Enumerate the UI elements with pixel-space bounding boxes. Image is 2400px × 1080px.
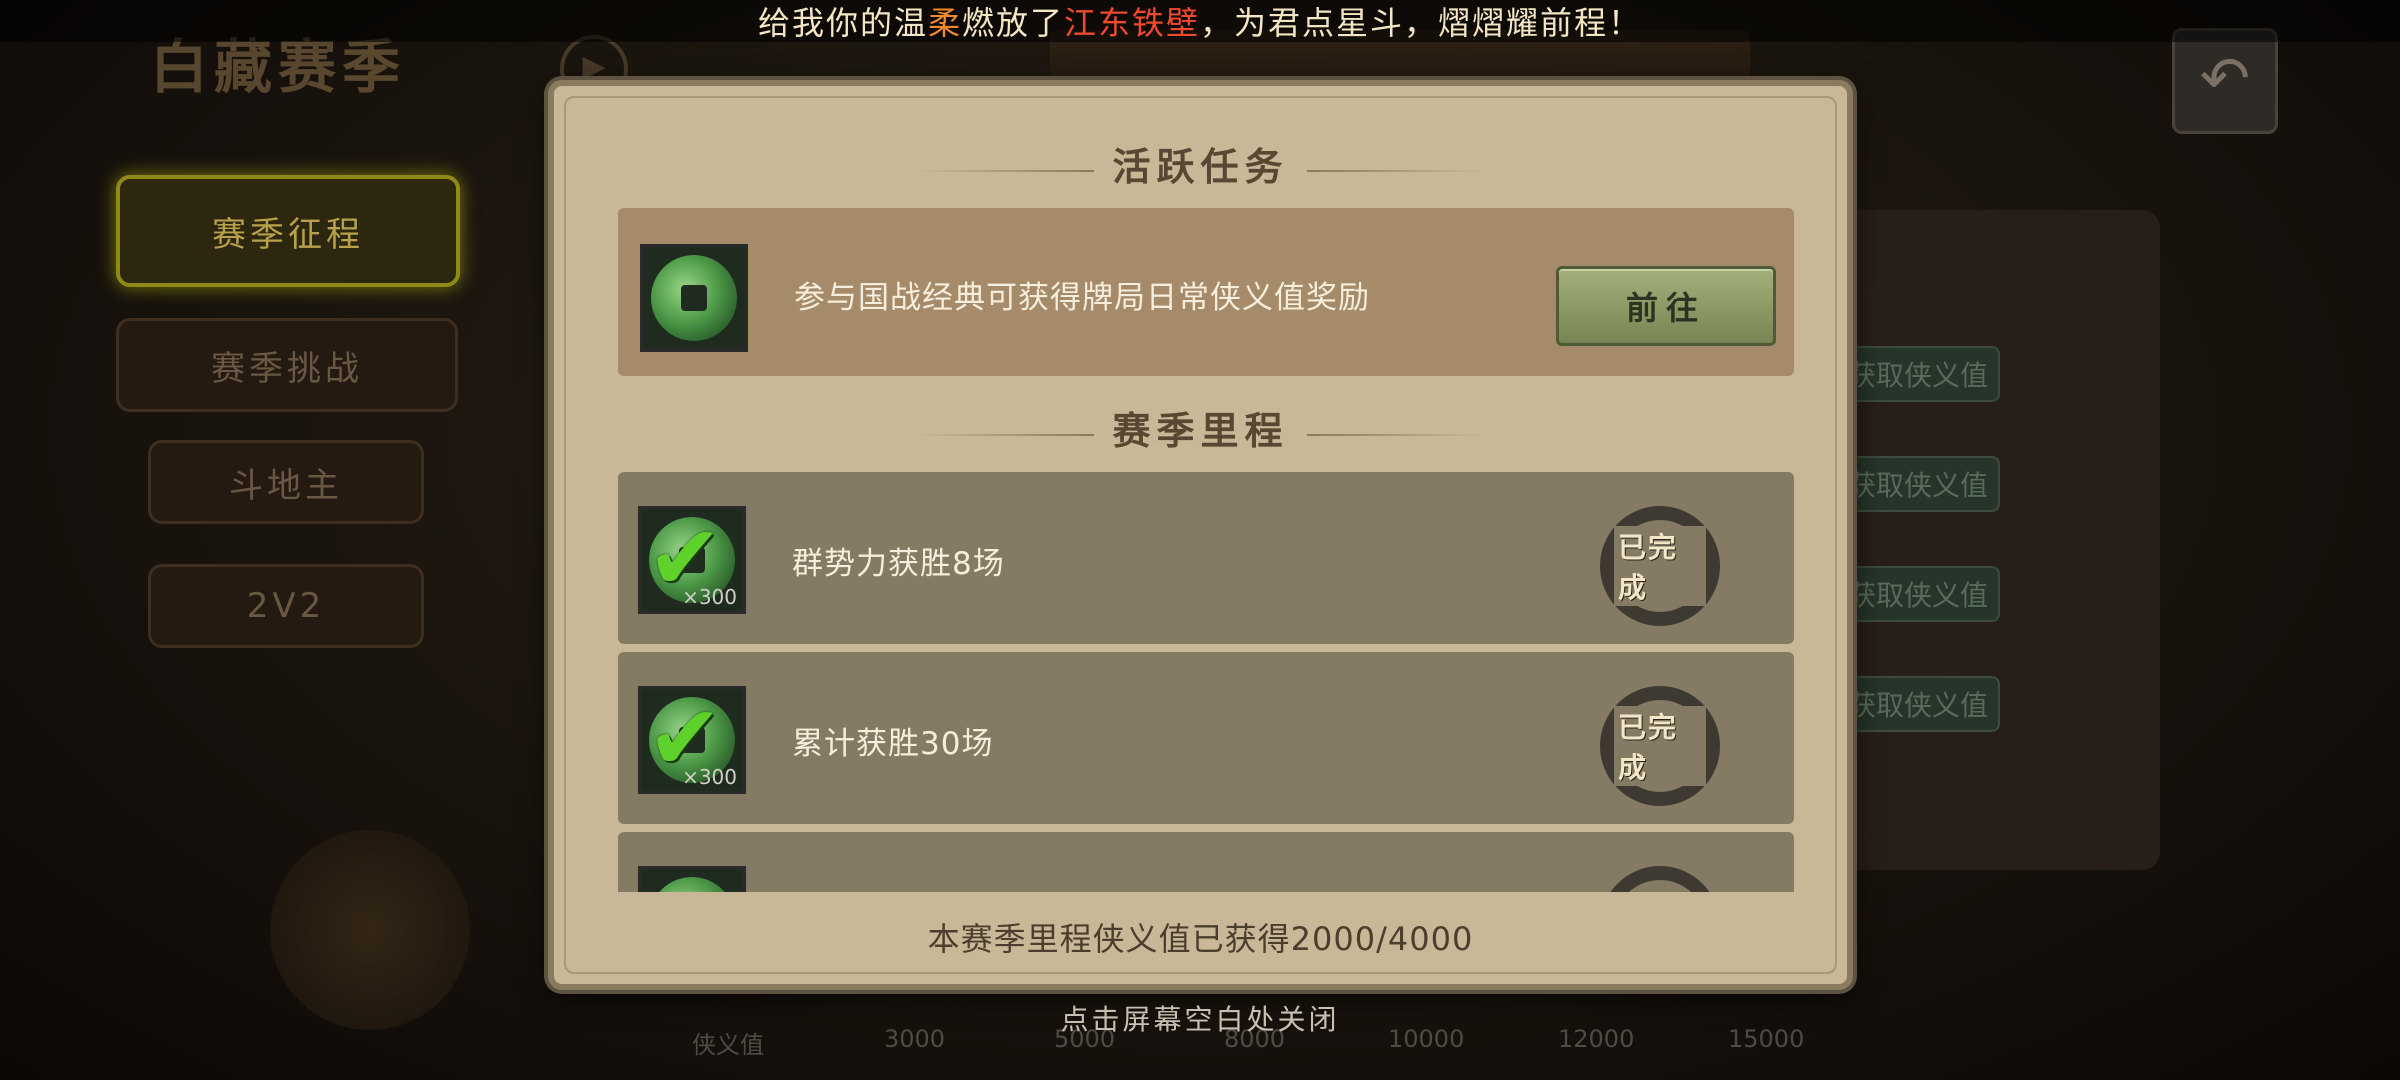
jade-coin-shape bbox=[651, 255, 737, 341]
active-tasks-title: 活跃任务 bbox=[1112, 144, 1289, 189]
side-menu-season-challenge[interactable]: 赛季挑战 bbox=[116, 318, 458, 412]
completed-label: 已完成 bbox=[1614, 706, 1706, 786]
side-menu-2v2[interactable]: 2V2 bbox=[148, 564, 424, 648]
reward-quantity: ×300 bbox=[682, 765, 737, 789]
milestone-row: ✔ ×300 累计获胜30场 已完成 bbox=[618, 652, 1794, 824]
marquee-player-name: 柔 bbox=[927, 4, 962, 42]
season-progress-text: 本赛季里程侠义值已获得2000/4000 bbox=[927, 920, 1474, 958]
milestone-text: 群势力获胜8场 bbox=[792, 546, 1005, 582]
ornament-right bbox=[1306, 169, 1487, 172]
ornament-left bbox=[914, 169, 1095, 172]
go-button[interactable]: 前往 bbox=[1556, 266, 1776, 346]
marquee-suffix: ，为君点星斗，熠熠耀前程！ bbox=[1200, 4, 1643, 42]
jade-coin-icon bbox=[640, 244, 748, 352]
active-task-text: 参与国战经典可获得牌局日常侠义值奖励 bbox=[794, 280, 1370, 316]
back-button[interactable]: ↶ bbox=[2172, 28, 2278, 134]
marquee-title: 江东铁壁 bbox=[1064, 4, 1201, 42]
active-tasks-header: 活跃任务 bbox=[554, 136, 1847, 191]
season-points-dialog: 活跃任务 参与国战经典可获得牌局日常侠义值奖励 前往 赛季里程 ✔ ×300 群… bbox=[548, 80, 1853, 990]
get-points-button[interactable]: 获取侠义值 bbox=[1830, 456, 2000, 512]
marquee-prefix: 给我你的温 bbox=[757, 4, 928, 42]
completed-stamp bbox=[1600, 866, 1720, 892]
jade-coin-icon: ✔ ×300 bbox=[638, 686, 746, 794]
marquee-middle: 燃放了 bbox=[961, 4, 1064, 42]
close-hint[interactable]: 点击屏幕空白处关闭 bbox=[0, 998, 2400, 1038]
checkmark-icon: ✔ bbox=[647, 686, 723, 791]
checkmark-icon: ✔ bbox=[647, 506, 723, 611]
milestones-title: 赛季里程 bbox=[1112, 408, 1289, 453]
broadcast-marquee: 给我你的温柔燃放了 江东铁壁 ，为君点星斗，熠熠耀前程！ bbox=[0, 0, 2400, 42]
get-points-button[interactable]: 获取侠义值 bbox=[1830, 566, 2000, 622]
side-menu-season-journey[interactable]: 赛季征程 bbox=[116, 175, 460, 287]
ornament-right bbox=[1306, 433, 1487, 436]
active-task-card: 参与国战经典可获得牌局日常侠义值奖励 前往 bbox=[618, 208, 1794, 376]
get-points-button[interactable]: 获取侠义值 bbox=[1830, 346, 2000, 402]
reward-quantity: ×300 bbox=[682, 585, 737, 609]
side-menu-landlord[interactable]: 斗地主 bbox=[148, 440, 424, 524]
jade-coin-shape bbox=[649, 877, 735, 892]
ornament-left bbox=[914, 433, 1095, 436]
get-points-button[interactable]: 获取侠义值 bbox=[1830, 676, 2000, 732]
completed-stamp: 已完成 bbox=[1600, 506, 1720, 626]
jade-coin-icon bbox=[638, 866, 746, 892]
milestone-row: ✔ ×300 群势力获胜8场 已完成 bbox=[618, 472, 1794, 644]
completed-label: 已完成 bbox=[1614, 526, 1706, 606]
completed-stamp: 已完成 bbox=[1600, 686, 1720, 806]
milestone-list[interactable]: ✔ ×300 群势力获胜8场 已完成 ✔ ×300 累计获胜30场 已完成 bbox=[618, 472, 1794, 892]
jade-coin-icon: ✔ ×300 bbox=[638, 506, 746, 614]
milestones-header: 赛季里程 bbox=[554, 400, 1847, 455]
milestone-row bbox=[618, 832, 1794, 892]
milestone-text: 累计获胜30场 bbox=[792, 726, 994, 762]
